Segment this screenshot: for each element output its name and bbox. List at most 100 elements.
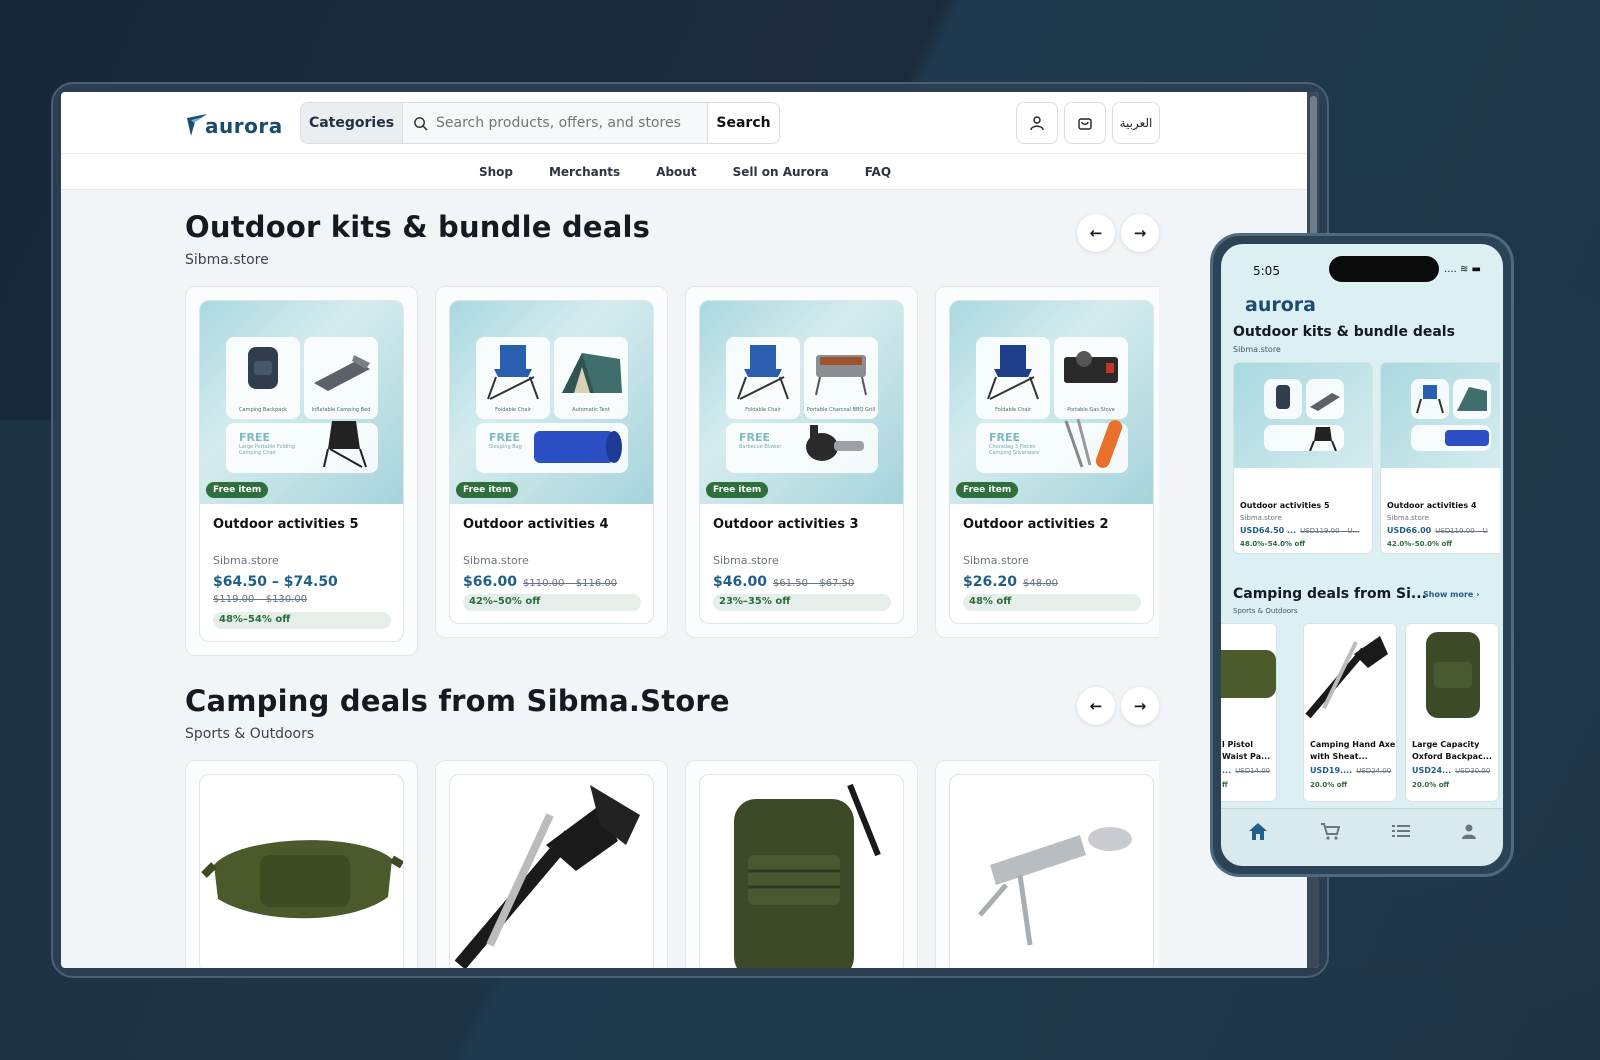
deal-card-price: $66.00 $110.00 – $116.00	[463, 574, 617, 590]
phone-deal-price: USD66.00 USD110.00 – U	[1387, 526, 1488, 535]
price-old: $61.50 – $67.50	[773, 578, 855, 589]
deal-card-title[interactable]: Outdoor activities 5	[213, 517, 359, 532]
tile-label: Portable Charcoal BBQ Grill	[806, 407, 876, 413]
phone-tab-bar	[1221, 808, 1503, 866]
tab-profile[interactable]	[1461, 823, 1477, 843]
cart-icon	[1321, 822, 1341, 840]
bag-icon	[1078, 118, 1092, 130]
deal-card-inner: Camping Backpack Inflatable Camping Bed …	[199, 300, 404, 642]
language-button[interactable]: العربية	[1112, 102, 1160, 144]
free-label: FREE	[489, 431, 521, 444]
phone-deal-card-image	[1381, 363, 1500, 468]
nav-sell[interactable]: Sell on Aurora	[733, 165, 829, 179]
gas-stove-icon	[1064, 351, 1118, 383]
section2-subtitle: Sports & Outdoors	[185, 726, 315, 742]
arrow-right-icon: →	[1133, 697, 1147, 715]
phone-deal-store: Sibma.store	[1240, 514, 1282, 522]
categories-button[interactable]: Categories	[301, 103, 403, 143]
phone-deal-price: USD64.50 ... USD119.00 – U...	[1240, 526, 1359, 535]
section2-next-button[interactable]: →	[1121, 687, 1159, 725]
folding-chair-icon	[737, 345, 789, 400]
product-card[interactable]	[185, 760, 418, 968]
deal-card[interactable]: Foldable Chair Automatic Tent FREE Sleep…	[435, 286, 668, 638]
home-icon	[1248, 822, 1267, 840]
arrow-left-icon: ←	[1089, 697, 1103, 715]
deal-card-inner: Foldable Chair Automatic Tent FREE Sleep…	[449, 300, 654, 624]
section2-prev-button[interactable]: ←	[1077, 687, 1115, 725]
phone-logo[interactable]: aurora	[1245, 294, 1316, 316]
phone-deal-title: Outdoor activities 4	[1387, 501, 1477, 510]
logo-mark-icon	[187, 114, 207, 136]
product-card[interactable]	[685, 760, 918, 968]
camping-bed-icon	[314, 355, 370, 391]
phone-product-price: USD19.... USD24.00	[1310, 766, 1391, 775]
deal-card-discount: 48%–54% off	[213, 612, 391, 629]
price-old: USD30.00	[1455, 767, 1491, 775]
phone-product-title: Large Capacity Oxford Backpac...	[1412, 740, 1492, 761]
phone-frame: 5:05 .... ≋ ▬ aurora Outdoor kits & bund…	[1210, 233, 1514, 877]
phone-screen: 5:05 .... ≋ ▬ aurora Outdoor kits & bund…	[1221, 244, 1503, 866]
phone-deal-card[interactable]: Outdoor activities 4 Sibma.store USD66.0…	[1380, 362, 1500, 554]
backpack-icon	[248, 347, 278, 389]
user-icon	[1030, 116, 1044, 131]
tactical-backpack-image	[1426, 632, 1480, 718]
deal-card[interactable]: Foldable Chair Portable Gas Stove FREE C…	[935, 286, 1159, 638]
phone-section2-title: Camping deals from Si...	[1233, 586, 1427, 602]
product-card[interactable]	[935, 760, 1159, 968]
phone-deal-card[interactable]: Outdoor activities 5 Sibma.store USD64.5…	[1233, 362, 1373, 554]
price-old: $48.00	[1023, 578, 1059, 589]
tile-tent: Automatic Tent	[554, 337, 628, 419]
tactical-backpack-image	[734, 783, 881, 968]
blower-icon	[806, 425, 864, 461]
deal-card-store: Sibma.store	[463, 554, 529, 567]
phone-deal-store: Sibma.store	[1387, 514, 1429, 522]
deal-card[interactable]: Camping Backpack Inflatable Camping Bed …	[185, 286, 418, 656]
nav-merchants[interactable]: Merchants	[549, 165, 620, 179]
phone-product-card[interactable]: l Pistol Waist Pa... ... USD14.00 ff	[1221, 623, 1277, 802]
deal-card-price: $64.50 – $74.50	[213, 574, 338, 590]
status-time: 5:05	[1253, 264, 1280, 278]
tab-home[interactable]	[1247, 821, 1269, 845]
account-button[interactable]	[1016, 102, 1058, 144]
search-field[interactable]	[403, 103, 707, 143]
cart-button[interactable]	[1064, 102, 1106, 144]
phone-product-price: USD24... USD30.00	[1412, 766, 1490, 775]
search-input[interactable]	[436, 115, 701, 131]
tile-chair: Foldable Chair	[976, 337, 1050, 419]
free-tile: FREE Sleeping Bag	[476, 423, 628, 473]
nav-faq[interactable]: FAQ	[865, 165, 891, 179]
deal-card-inner: Foldable Chair Portable Charcoal BBQ Gri…	[699, 300, 904, 624]
phone-deal-title: Outdoor activities 5	[1240, 501, 1330, 510]
axe-image	[454, 785, 640, 968]
deal-card[interactable]: Foldable Chair Portable Charcoal BBQ Gri…	[685, 286, 918, 638]
tile-grill: Portable Charcoal BBQ Grill	[804, 337, 878, 419]
tent-icon	[562, 353, 622, 393]
deal-card-title[interactable]: Outdoor activities 2	[963, 517, 1109, 532]
logo[interactable]: aurora	[185, 106, 283, 138]
section1-subtitle: Sibma.store	[185, 252, 269, 268]
deal-card-store: Sibma.store	[963, 554, 1029, 567]
price-current: $46.00	[713, 574, 768, 590]
tab-cart[interactable]	[1320, 822, 1341, 844]
deal-card-title[interactable]: Outdoor activities 3	[713, 517, 859, 532]
tab-list[interactable]	[1391, 823, 1410, 842]
phone-deal-discount: 48.0%–54.0% off	[1240, 540, 1305, 548]
sleeping-bag-icon	[534, 431, 622, 463]
price-current: $66.00	[463, 574, 518, 590]
deal-card-title[interactable]: Outdoor activities 4	[463, 517, 609, 532]
deal-card-image: Foldable Chair Automatic Tent FREE Sleep…	[450, 301, 653, 504]
free-tile	[1411, 425, 1491, 451]
nav-about[interactable]: About	[656, 165, 696, 179]
phone-product-card[interactable]: Large Capacity Oxford Backpac... USD24..…	[1405, 623, 1499, 802]
nav-shop[interactable]: Shop	[479, 165, 513, 179]
section1-prev-button[interactable]: ←	[1077, 214, 1115, 252]
show-more-link[interactable]: Show more ›	[1423, 590, 1479, 599]
search-button[interactable]: Search	[707, 103, 779, 143]
product-card[interactable]	[435, 760, 668, 968]
price-current: USD24...	[1412, 766, 1452, 775]
tile-backpack	[1264, 379, 1302, 419]
section1-next-button[interactable]: →	[1121, 214, 1159, 252]
free-item-label: Choradag 3 Pieces Camping Silverware	[989, 444, 1040, 456]
logo-text: aurora	[205, 114, 283, 138]
phone-product-card[interactable]: Camping Hand Axe with Sheat... USD19....…	[1303, 623, 1397, 802]
